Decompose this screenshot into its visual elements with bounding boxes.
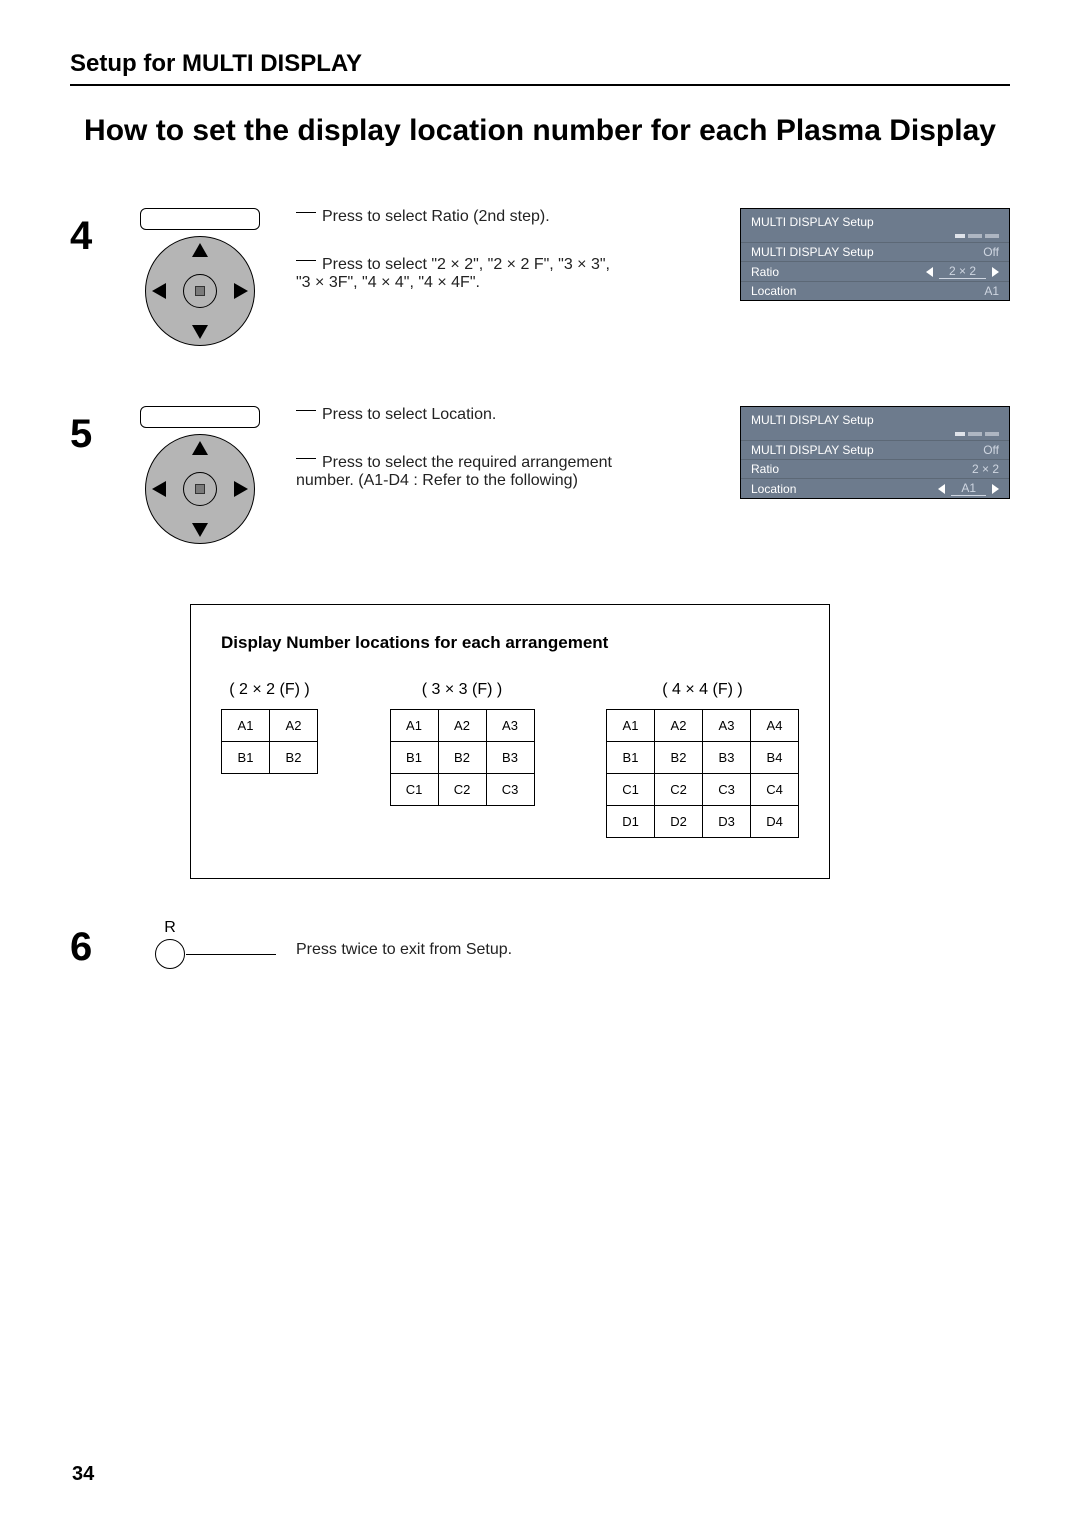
arrangement-heading: Display Number locations for each arrang… (221, 633, 799, 653)
arrow-left-icon (152, 283, 166, 299)
step-5-row: 5 Press to select Location. Press to sel… (70, 406, 1010, 544)
dpad-center-icon (183, 472, 217, 506)
grid-table: A1A2A3 B1B2B3 C1C2C3 (390, 709, 535, 806)
osd-title: MULTI DISPLAY Setup (741, 209, 1009, 232)
osd-row-label: MULTI DISPLAY Setup (751, 443, 874, 457)
osd-row-label: Location (751, 482, 796, 496)
cell: C1 (607, 774, 655, 806)
dpad-control-icon (120, 406, 280, 544)
cell: B1 (607, 742, 655, 774)
section-title: Setup for MULTI DISPLAY (70, 50, 1010, 86)
cell: A3 (703, 710, 751, 742)
cell: A2 (438, 710, 486, 742)
osd-row-value: A1 (951, 481, 986, 496)
cell: A1 (607, 710, 655, 742)
step-number: 4 (70, 208, 120, 259)
osd-row-value: 2 × 2 (972, 462, 999, 476)
osd-row-value: A1 (984, 284, 999, 298)
osd-title: MULTI DISPLAY Setup (741, 407, 1009, 430)
osd-row-value: 2 × 2 (939, 264, 986, 279)
osd-row-label: Ratio (751, 462, 779, 476)
cell: B3 (486, 742, 534, 774)
cell: B2 (270, 742, 318, 774)
grid-label: ( 3 × 3 (F) ) (390, 681, 535, 699)
instruction-line: Press to select Location. (296, 406, 732, 424)
cell: C3 (486, 774, 534, 806)
grid-4x4: ( 4 × 4 (F) ) A1A2A3A4 B1B2B3B4 C1C2C3C4… (606, 681, 799, 838)
osd-row-setup: MULTI DISPLAY Setup Off (741, 242, 1009, 261)
instruction-column: Press to select Location. Press to selec… (280, 406, 740, 520)
cell: B1 (390, 742, 438, 774)
osd-row-location: Location A1 (741, 281, 1009, 300)
osd-row-value: Off (983, 443, 999, 457)
grid-label: ( 2 × 2 (F) ) (221, 681, 318, 699)
triangle-right-icon (992, 484, 999, 494)
osd-row-ratio: Ratio 2 × 2 (741, 459, 1009, 478)
grid-table: A1A2A3A4 B1B2B3B4 C1C2C3C4 D1D2D3D4 (606, 709, 799, 838)
instruction-line: Press twice to exit from Setup. (296, 941, 1002, 959)
dpad-center-icon (183, 274, 217, 308)
cell: A3 (486, 710, 534, 742)
arrow-right-icon (234, 481, 248, 497)
arrow-left-icon (152, 481, 166, 497)
cell: A2 (270, 710, 318, 742)
instruction-line: Press to select "2 × 2", "2 × 2 F", "3 ×… (296, 256, 616, 292)
cell: A1 (390, 710, 438, 742)
cell: D1 (607, 806, 655, 838)
grid-label: ( 4 × 4 (F) ) (606, 681, 799, 699)
osd-row-label: Ratio (751, 265, 779, 279)
osd-row-ratio: Ratio 2 × 2 (741, 261, 1009, 281)
cell: C2 (655, 774, 703, 806)
osd-divider-icon (741, 430, 1009, 440)
grid-3x3: ( 3 × 3 (F) ) A1A2A3 B1B2B3 C1C2C3 (390, 681, 535, 806)
arrangement-box: Display Number locations for each arrang… (190, 604, 830, 879)
arrow-down-icon (192, 325, 208, 339)
cell: B2 (655, 742, 703, 774)
cell: D3 (703, 806, 751, 838)
instruction-column: Press twice to exit from Setup. (280, 919, 1010, 959)
triangle-left-icon (926, 267, 933, 277)
cell: B3 (703, 742, 751, 774)
arrow-right-icon (234, 283, 248, 299)
instruction-line: Press to select the required arrangement… (296, 454, 636, 490)
cell: A1 (222, 710, 270, 742)
osd-divider-icon (741, 232, 1009, 242)
r-button-icon: R (120, 919, 280, 969)
r-button-label: R (164, 919, 176, 937)
cell: B1 (222, 742, 270, 774)
cell: A2 (655, 710, 703, 742)
step-number: 6 (70, 919, 120, 970)
osd-row-label: Location (751, 284, 796, 298)
cell: C3 (703, 774, 751, 806)
grid-2x2: ( 2 × 2 (F) ) A1A2 B1B2 (221, 681, 318, 774)
triangle-left-icon (938, 484, 945, 494)
osd-panel: MULTI DISPLAY Setup MULTI DISPLAY Setup … (740, 406, 1010, 499)
arrow-up-icon (192, 441, 208, 455)
osd-row-label: MULTI DISPLAY Setup (751, 245, 874, 259)
cell: C1 (390, 774, 438, 806)
instruction-column: Press to select Ratio (2nd step). Press … (280, 208, 740, 322)
osd-row-location: Location A1 (741, 478, 1009, 498)
osd-row-setup: MULTI DISPLAY Setup Off (741, 440, 1009, 459)
step-4-row: 4 Press to select Ratio (2nd step). Pres… (70, 208, 1010, 346)
dpad-control-icon (120, 208, 280, 346)
step-6-row: 6 R Press twice to exit from Setup. (70, 919, 1010, 970)
osd-row-value: Off (983, 245, 999, 259)
grid-table: A1A2 B1B2 (221, 709, 318, 774)
cell: C4 (751, 774, 799, 806)
cell: C2 (438, 774, 486, 806)
cell: B2 (438, 742, 486, 774)
osd-panel: MULTI DISPLAY Setup MULTI DISPLAY Setup … (740, 208, 1010, 301)
triangle-right-icon (992, 267, 999, 277)
instruction-line: Press to select Ratio (2nd step). (296, 208, 732, 226)
cell: A4 (751, 710, 799, 742)
cell: D2 (655, 806, 703, 838)
page-title: How to set the display location number f… (70, 114, 1010, 148)
cell: B4 (751, 742, 799, 774)
arrow-down-icon (192, 523, 208, 537)
step-number: 5 (70, 406, 120, 457)
arrow-up-icon (192, 243, 208, 257)
page-number: 34 (72, 1463, 94, 1486)
cell: D4 (751, 806, 799, 838)
